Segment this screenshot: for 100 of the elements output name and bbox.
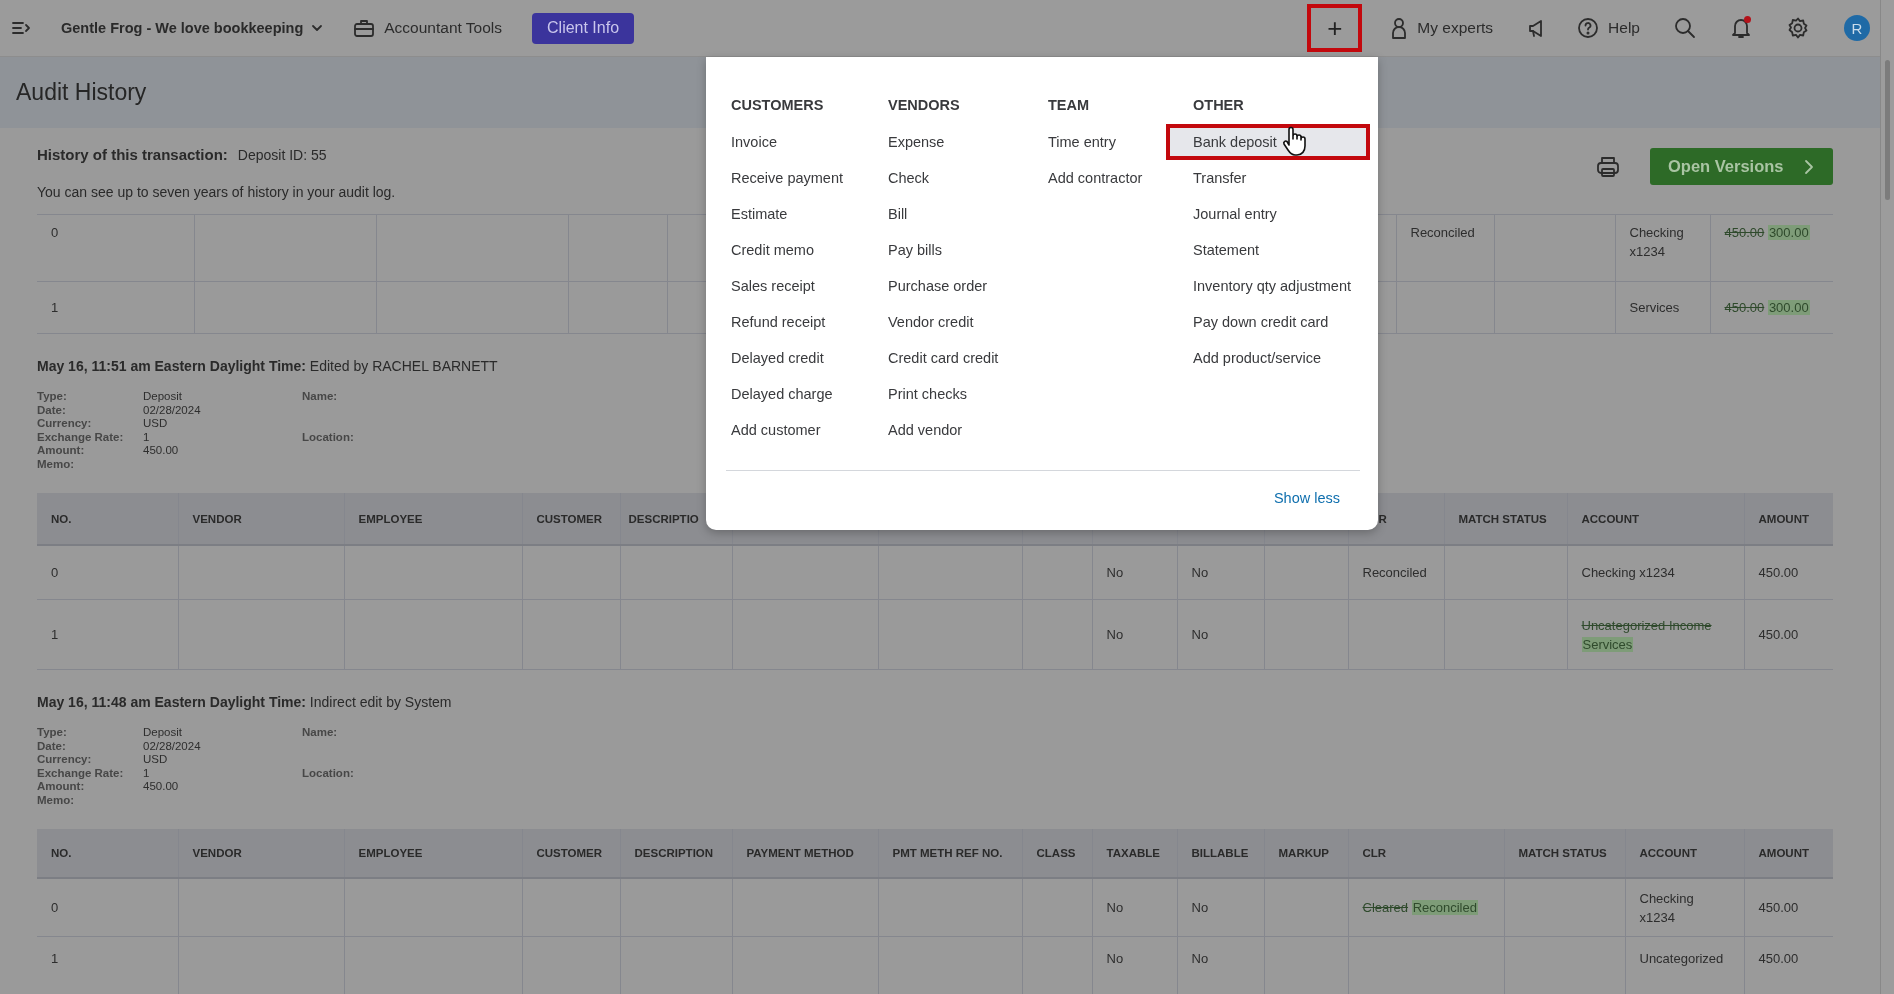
- menu-icon[interactable]: [11, 20, 31, 36]
- menu-item[interactable]: Time entry: [1021, 124, 1132, 160]
- search-icon[interactable]: [1674, 17, 1696, 39]
- menu-item[interactable]: Sales receipt: [704, 268, 831, 304]
- column-header: CUSTOMER: [522, 493, 620, 545]
- accountant-tools-button[interactable]: Accountant Tools: [353, 18, 502, 38]
- deposit-id: Deposit ID: 55: [237, 147, 327, 163]
- field-label: Name:: [302, 726, 338, 740]
- entry-heading: May 16, 11:48 am Eastern Daylight Time: Indirect edit by System: [37, 693, 452, 712]
- new-value-text: 300.00: [1767, 300, 1810, 315]
- column-header: TAXABLE: [1092, 829, 1177, 878]
- new-button[interactable]: +: [1307, 4, 1363, 52]
- show-less-link[interactable]: Show less: [1273, 490, 1340, 506]
- field-value: USD: [143, 417, 168, 431]
- column-header: BILLABLE: [1177, 829, 1264, 878]
- column-header: ACCOUNT: [1625, 829, 1744, 878]
- caret-icon: [311, 24, 324, 32]
- menu-item[interactable]: Pay down credit card: [1166, 304, 1370, 340]
- menu-item[interactable]: Credit memo: [704, 232, 830, 268]
- column-header: PMT METH REF NO.: [878, 829, 1022, 878]
- menu-item[interactable]: Purchase order: [861, 268, 1004, 304]
- field-label: Memo:: [37, 793, 75, 807]
- hand-cursor-icon: [1280, 125, 1308, 159]
- column-header: MARKUP: [1264, 829, 1348, 878]
- field-label: Amount:: [37, 780, 85, 794]
- new-value-text: Reconciled: [1411, 900, 1478, 915]
- menu-item[interactable]: Bill: [861, 196, 924, 232]
- field-value: 02/28/2024: [143, 403, 201, 417]
- menu-item[interactable]: Print checks: [861, 376, 983, 412]
- field-value: USD: [143, 753, 168, 767]
- column-header: AMOUNT: [1744, 829, 1833, 878]
- menu-item[interactable]: Invoice: [704, 124, 793, 160]
- field-value: 450.00: [143, 444, 179, 458]
- menu-item[interactable]: Transfer: [1166, 160, 1370, 196]
- menu-item[interactable]: Inventory qty adjustment: [1166, 268, 1370, 304]
- column-header: EMPLOYEE: [344, 493, 522, 545]
- column-header: NO.: [37, 493, 178, 545]
- section-heading: OTHER: [1193, 96, 1244, 115]
- question-icon: [1577, 17, 1600, 39]
- person-icon: [1390, 17, 1409, 39]
- table-cell: Reconciled: [1396, 214, 1494, 282]
- menu-item[interactable]: Add vendor: [861, 412, 979, 448]
- column-header: NO.: [37, 829, 178, 878]
- history-label: History of this transaction:: [37, 146, 228, 163]
- table-cell: No: [1177, 878, 1264, 937]
- menu-item[interactable]: Receive payment: [704, 160, 860, 196]
- field-label: Date:: [37, 739, 66, 753]
- settings-icon[interactable]: [1786, 16, 1810, 40]
- field-label: Location:: [302, 430, 354, 444]
- bell-icon[interactable]: [1730, 16, 1752, 40]
- menu-item[interactable]: Credit card credit: [861, 340, 1015, 376]
- old-value-text: 450.00: [1724, 300, 1765, 315]
- table-cell: 1: [37, 281, 194, 334]
- menu-item[interactable]: Delayed credit: [704, 340, 840, 376]
- old-value-text: 450.00: [1724, 225, 1765, 240]
- section-heading: VENDORS: [888, 96, 960, 115]
- table-cell: Services: [1615, 281, 1710, 334]
- printer-icon[interactable]: [1596, 155, 1620, 178]
- entry-heading: May 16, 11:51 am Eastern Daylight Time: Edited by RACHEL BARNETT: [37, 357, 498, 376]
- field-label: Date:: [37, 403, 66, 417]
- old-value-text: Uncategorized Income: [1581, 617, 1712, 633]
- menu-item[interactable]: Refund receipt: [704, 304, 842, 340]
- menu-item[interactable]: Estimate: [704, 196, 804, 232]
- field-label: Type:: [37, 390, 67, 404]
- menu-item[interactable]: Expense: [861, 124, 961, 160]
- menu-item[interactable]: Journal entry: [1166, 196, 1370, 232]
- table-cell: Checking x1234: [1615, 214, 1710, 282]
- menu-item[interactable]: Bank deposit: [1166, 124, 1370, 160]
- table-cell: No: [1092, 599, 1177, 670]
- table-cell: No: [1092, 545, 1177, 600]
- field-label: Exchange Rate:: [37, 766, 124, 780]
- menu-item[interactable]: Check: [861, 160, 946, 196]
- help-button[interactable]: Help: [1577, 17, 1640, 39]
- field-label: Location:: [302, 766, 354, 780]
- company-menu[interactable]: Gentle Frog - We love bookkeeping: [61, 20, 324, 36]
- menu-item[interactable]: Delayed charge: [704, 376, 849, 412]
- section-heading: TEAM: [1048, 96, 1090, 115]
- menu-item[interactable]: Add product/service: [1166, 340, 1370, 376]
- table-cell: No: [1092, 878, 1177, 937]
- column-header: PAYMENT METHOD: [732, 829, 878, 878]
- column-header: AMOUNT: [1744, 493, 1833, 545]
- table-cell: Reconciled: [1348, 545, 1444, 600]
- field-label: Name:: [302, 390, 338, 404]
- menu-item[interactable]: Vendor credit: [861, 304, 990, 340]
- avatar[interactable]: R: [1844, 15, 1870, 41]
- my-experts-button[interactable]: My experts: [1390, 17, 1494, 39]
- table-cell: 1: [37, 599, 178, 670]
- column-header: VENDOR: [178, 493, 344, 545]
- table-cell: 0: [37, 214, 194, 282]
- menu-item[interactable]: Add customer: [704, 412, 837, 448]
- client-info-button[interactable]: Client Info: [532, 12, 635, 44]
- briefcase-icon: [353, 18, 376, 38]
- table-cell: Checking x1234: [1625, 878, 1744, 937]
- menu-item[interactable]: Pay bills: [861, 232, 958, 268]
- field-value: 1: [143, 430, 150, 444]
- menu-item[interactable]: Statement: [1166, 232, 1370, 268]
- column-header: CLASS: [1022, 829, 1092, 878]
- menu-item[interactable]: Add contractor: [1021, 160, 1159, 196]
- old-value-text: Cleared: [1362, 900, 1409, 915]
- new-value-text: 300.00: [1767, 225, 1810, 240]
